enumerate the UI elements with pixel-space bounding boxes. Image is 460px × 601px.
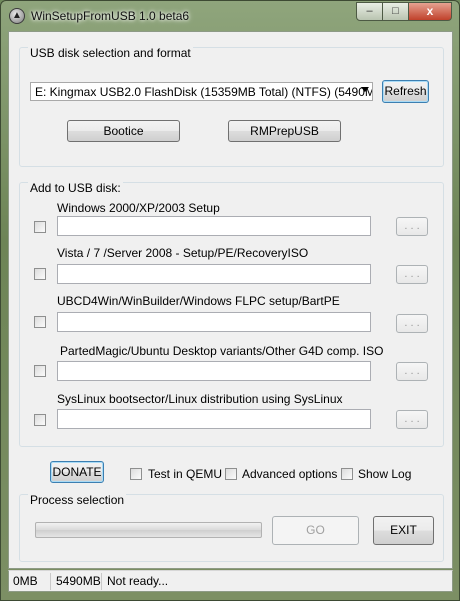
- refresh-button[interactable]: Refresh: [382, 80, 429, 103]
- browse-button-ubcd4win[interactable]: . . .: [396, 314, 428, 333]
- source-checkbox-syslinux[interactable]: [34, 414, 46, 426]
- status-bar: 0MB 5490MB Not ready...: [8, 570, 453, 592]
- minimize-button[interactable]: –: [356, 2, 383, 21]
- source-row-label: UBCD4Win/WinBuilder/Windows FLPC setup/B…: [57, 294, 340, 308]
- source-row-label: SysLinux bootsector/Linux distribution u…: [57, 392, 343, 406]
- chevron-down-icon[interactable]: [361, 87, 369, 92]
- source-row-label: Windows 2000/XP/2003 Setup: [57, 201, 220, 215]
- source-path-partedmagic[interactable]: [57, 361, 371, 381]
- source-row-label: PartedMagic/Ubuntu Desktop variants/Othe…: [60, 344, 384, 358]
- source-checkbox-vista-7[interactable]: [34, 268, 46, 280]
- advanced-options-label[interactable]: Advanced options: [242, 467, 337, 481]
- source-checkbox-partedmagic[interactable]: [34, 365, 46, 377]
- rmprepusb-button[interactable]: RMPrepUSB: [228, 120, 341, 142]
- title-bar[interactable]: ▲ WinSetupFromUSB 1.0 beta6 – □ x: [1, 1, 459, 31]
- source-path-ubcd4win[interactable]: [57, 312, 371, 332]
- progress-bar: [35, 522, 262, 538]
- show-log-label[interactable]: Show Log: [358, 467, 411, 481]
- main-panel: USB disk selection and format E: Kingmax…: [8, 31, 453, 569]
- browse-button-windows-xp[interactable]: . . .: [396, 217, 428, 236]
- source-checkbox-ubcd4win[interactable]: [34, 316, 46, 328]
- source-path-syslinux[interactable]: [57, 409, 371, 429]
- status-used-size: 0MB: [11, 573, 51, 590]
- usb-disk-select[interactable]: E: Kingmax USB2.0 FlashDisk (15359MB Tot…: [30, 82, 373, 101]
- source-path-vista-7[interactable]: [57, 264, 371, 284]
- test-qemu-checkbox[interactable]: [130, 468, 142, 480]
- exit-button[interactable]: EXIT: [373, 516, 434, 545]
- bootice-button[interactable]: Bootice: [67, 120, 180, 142]
- go-button[interactable]: GO: [272, 516, 359, 545]
- status-free-size: 5490MB: [56, 573, 102, 590]
- window-title: WinSetupFromUSB 1.0 beta6: [31, 9, 190, 23]
- selected-disk-value: E: Kingmax USB2.0 FlashDisk (15359MB Tot…: [35, 85, 372, 99]
- usb-disk-group: USB disk selection and format: [19, 47, 444, 167]
- add-to-usb-group-label: Add to USB disk:: [28, 181, 123, 195]
- source-row-label: Vista / 7 /Server 2008 - Setup/PE/Recove…: [57, 246, 309, 260]
- process-selection-group-label: Process selection: [28, 493, 127, 507]
- source-path-windows-xp[interactable]: [57, 216, 371, 236]
- show-log-checkbox[interactable]: [341, 468, 353, 480]
- advanced-options-checkbox[interactable]: [225, 468, 237, 480]
- donate-button[interactable]: DONATE: [50, 461, 104, 483]
- source-checkbox-windows-xp[interactable]: [34, 221, 46, 233]
- status-message: Not ready...: [107, 574, 169, 588]
- caption-buttons: – □ x: [356, 2, 452, 22]
- usb-disk-group-label: USB disk selection and format: [28, 46, 193, 60]
- app-logo-icon: ▲: [9, 8, 25, 24]
- close-button[interactable]: x: [409, 2, 452, 21]
- maximize-button[interactable]: □: [383, 2, 409, 21]
- test-qemu-label[interactable]: Test in QEMU: [148, 467, 222, 481]
- app-window: ▲ WinSetupFromUSB 1.0 beta6 – □ x USB di…: [0, 0, 460, 601]
- browse-button-partedmagic[interactable]: . . .: [396, 362, 428, 381]
- browse-button-syslinux[interactable]: . . .: [396, 410, 428, 429]
- browse-button-vista-7[interactable]: . . .: [396, 265, 428, 284]
